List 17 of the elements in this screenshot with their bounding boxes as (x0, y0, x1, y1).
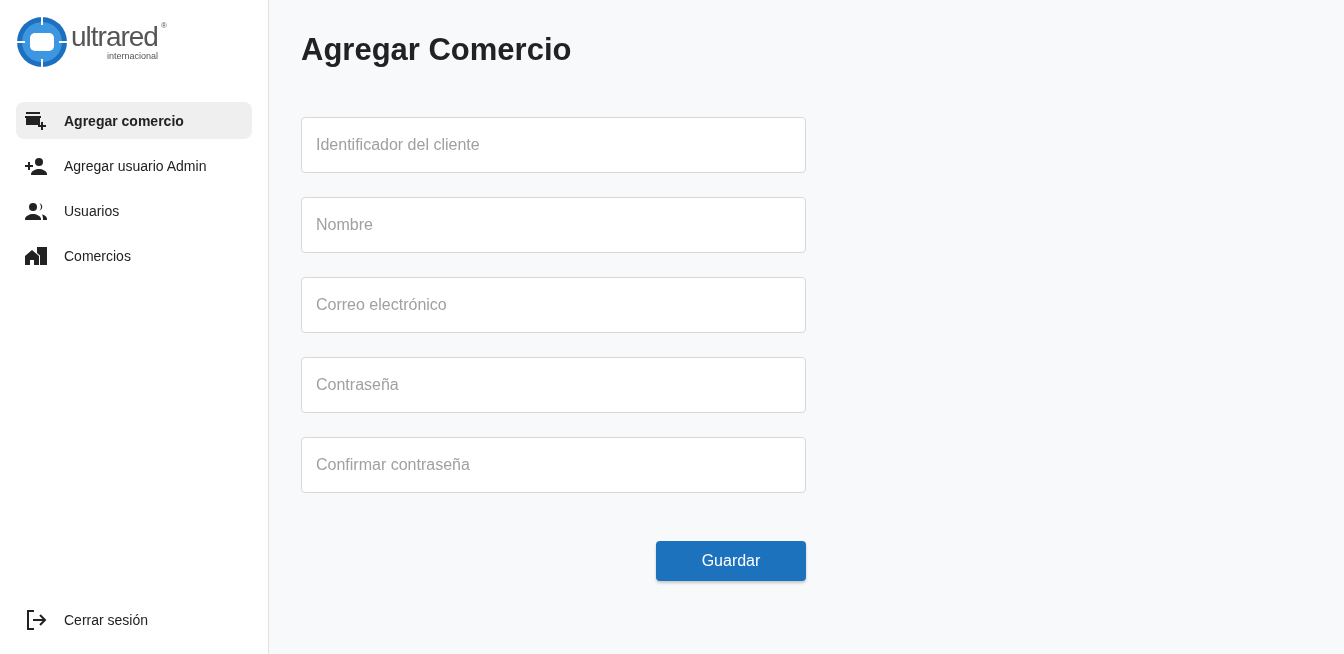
input-field[interactable]: Contraseña (301, 357, 806, 413)
brand-name: ultrared (71, 23, 158, 51)
globe-logo-icon (16, 16, 68, 68)
logout-icon (24, 607, 48, 632)
input-field[interactable]: Confirmar contraseña (301, 437, 806, 493)
input-field[interactable]: Correo electrónico (301, 277, 806, 333)
logout-link[interactable]: Cerrar sesión (16, 601, 252, 638)
sidebar-item[interactable]: Agregar comercio (16, 102, 252, 139)
sidebar-item[interactable]: Usuarios (16, 192, 252, 229)
sidebar-item[interactable]: Comercios (16, 237, 252, 274)
save-button[interactable]: Guardar (656, 541, 806, 581)
page-title: Agregar Comercio (301, 32, 573, 68)
brand-subtitle: internacional (106, 51, 158, 61)
sidebar-item[interactable]: Agregar usuario Admin (16, 147, 252, 184)
registered-mark: ® (161, 21, 167, 30)
input-field[interactable]: Identificador del cliente (301, 117, 806, 173)
input-field[interactable]: Nombre (301, 197, 806, 253)
